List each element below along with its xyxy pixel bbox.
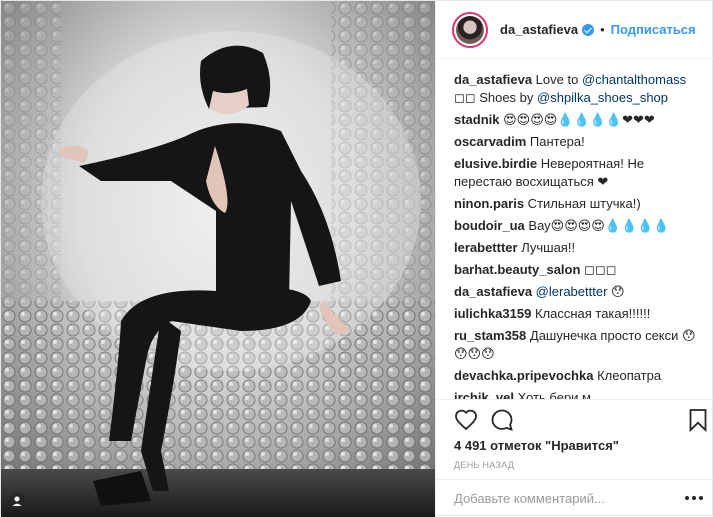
avatar-image	[456, 15, 484, 44]
comment-item: irchik_vel Хоть бери м	[454, 389, 699, 399]
likes-count[interactable]: 4 491 отметок "Нравится"	[454, 438, 619, 453]
comment-username[interactable]: oscarvadim	[454, 134, 526, 149]
mention-link[interactable]: @lerabettter	[532, 284, 608, 299]
post-photo[interactable]	[1, 1, 435, 517]
comment-item: ru_stam358 Дашунечка просто секси 😯😯😯😯	[454, 327, 699, 363]
comment-username[interactable]: stadnik	[454, 112, 500, 127]
add-comment-bar	[436, 479, 713, 517]
more-options-icon[interactable]	[685, 495, 703, 502]
comment-text: Хоть бери м	[514, 390, 591, 399]
comment-username[interactable]: irchik_vel	[454, 390, 514, 399]
comment-item: ninon.paris Стильная штучка!)	[454, 195, 699, 213]
instagram-post: da_astafieva • Подписаться da_astafieva …	[0, 0, 713, 517]
comment-username[interactable]: devachka.pripevochka	[454, 368, 593, 383]
comment-text: Стильная штучка!)	[524, 196, 641, 211]
comment-item: iulichka3159 Классная такая!!!!!!	[454, 305, 699, 323]
comment-item: da_astafieva @lerabettter 😯	[454, 283, 699, 301]
comment-item: boudoir_ua Вау😍😍😍😍💧💧💧💧	[454, 217, 699, 235]
comment-text: Love to	[532, 72, 582, 87]
comment-text: Классная такая!!!!!!	[531, 306, 651, 321]
post-image	[1, 1, 435, 517]
comments-list[interactable]: da_astafieva Love to @chantalthomass ◻◻ …	[436, 63, 713, 399]
avatar[interactable]	[452, 11, 488, 48]
comment-username[interactable]: iulichka3159	[454, 306, 531, 321]
header-separator: •	[600, 22, 605, 37]
dot-icon	[692, 495, 696, 500]
comment-username[interactable]: da_astafieva	[454, 284, 532, 299]
comment-item: devachka.pripevochka Клеопатра	[454, 367, 699, 385]
mention-link[interactable]: @chantalthomass	[582, 72, 686, 87]
comment-item: elusive.birdie Невероятная! Не перестаю …	[454, 155, 699, 191]
comment-username[interactable]: barhat.beauty_salon	[454, 262, 580, 277]
comment-text: ◻◻◻	[580, 262, 617, 277]
comment-text: ◻◻ Shoes by	[454, 90, 538, 105]
mention-link[interactable]: @shpilka_shoes_shop	[537, 90, 668, 105]
tagged-user-icon[interactable]	[9, 493, 25, 509]
bookmark-icon[interactable]	[686, 408, 710, 432]
comment-item: lerabettter Лучшая!!	[454, 239, 699, 257]
comment-text: 😯	[607, 284, 625, 299]
username-link[interactable]: da_astafieva	[500, 22, 578, 37]
action-bar	[436, 399, 713, 439]
comment-username[interactable]: elusive.birdie	[454, 156, 537, 171]
comment-item: stadnik 😍😍😍😍💧💧💧💧❤❤❤	[454, 111, 699, 129]
comment-username[interactable]: lerabettter	[454, 240, 518, 255]
dot-icon	[685, 495, 689, 500]
comment-username[interactable]: da_astafieva	[454, 72, 532, 87]
post-sidebar: da_astafieva • Подписаться da_astafieva …	[435, 1, 713, 517]
comment-item: barhat.beauty_salon ◻◻◻	[454, 261, 699, 279]
comment-item: da_astafieva Love to @chantalthomass ◻◻ …	[454, 71, 699, 107]
verified-badge-icon	[582, 23, 595, 36]
comment-username[interactable]: ninon.paris	[454, 196, 524, 211]
post-timestamp[interactable]: ДЕНЬ НАЗАД	[454, 460, 514, 470]
comment-username[interactable]: ru_stam358	[454, 328, 526, 343]
comment-username[interactable]: boudoir_ua	[454, 218, 525, 233]
comment-item: oscarvadim Пантера!	[454, 133, 699, 151]
comment-input[interactable]	[454, 491, 685, 506]
follow-button[interactable]: Подписаться	[611, 22, 696, 37]
post-header: da_astafieva • Подписаться	[436, 1, 713, 59]
comment-icon[interactable]	[490, 408, 514, 432]
comment-text: Пантера!	[526, 134, 585, 149]
comment-text: Лучшая!!	[517, 240, 576, 255]
heart-icon[interactable]	[454, 408, 478, 432]
dot-icon	[699, 495, 703, 500]
comment-text: Клеопатра	[593, 368, 662, 383]
comment-text: 😍😍😍😍💧💧💧💧❤❤❤	[499, 112, 655, 127]
comment-text: Вау😍😍😍😍💧💧💧💧	[524, 218, 670, 233]
